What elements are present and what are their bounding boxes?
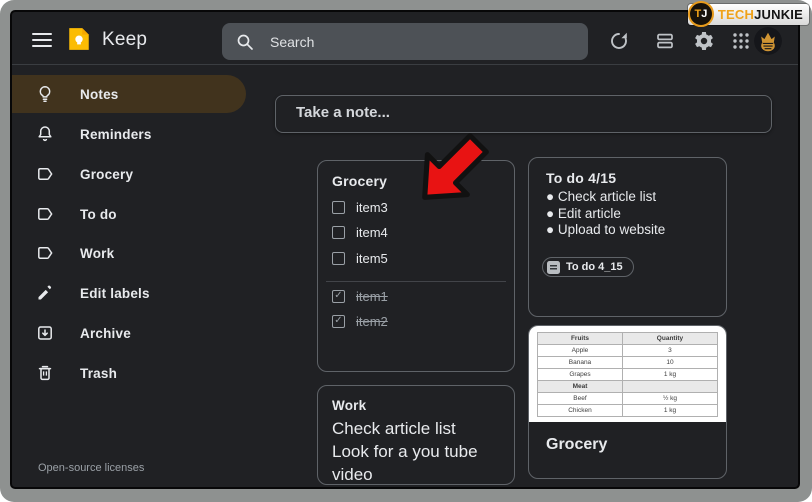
checkbox-unchecked[interactable] (332, 201, 345, 214)
sidebar-item-label: Work (80, 246, 114, 261)
table-row: Beef ½ kg (538, 392, 718, 404)
search-icon (236, 33, 254, 51)
open-source-licenses-link[interactable]: Open-source licenses (38, 462, 144, 474)
table-row: Banana 10 (538, 356, 718, 368)
grocery-table: Fruits Quantity Apple 3 Banana 10 Grapes… (537, 332, 718, 417)
checklist-item-label: item3 (356, 200, 388, 215)
table-header-cell: Quantity (622, 332, 717, 344)
table-row: Grapes 1 kg (538, 368, 718, 380)
archive-box-icon (36, 324, 54, 342)
techjunkie-watermark: TJ TECHJUNKIE (688, 4, 809, 25)
user-avatar[interactable] (754, 27, 782, 55)
sidebar-item-label: Archive (80, 326, 131, 341)
sidebar-item-work[interactable]: Work (12, 234, 246, 272)
top-app-bar: Keep (12, 12, 798, 65)
sidebar-item-grocery[interactable]: Grocery (12, 155, 246, 193)
note-title: To do 4/15 (546, 170, 616, 186)
note-title: Grocery (332, 173, 387, 189)
table-header-cell: Fruits (538, 332, 623, 344)
window-frame: Keep (0, 0, 812, 502)
checklist-item-completed: ✓ item1 (332, 286, 388, 306)
note-image-table: Fruits Quantity Apple 3 Banana 10 Grapes… (529, 326, 726, 422)
take-a-note-bar[interactable] (275, 95, 772, 133)
sidebar-item-trash[interactable]: Trash (12, 354, 246, 392)
bullet-line: ● Upload to website (546, 222, 665, 239)
table-section-row: Meat (538, 380, 718, 392)
sidebar-item-label: Reminders (80, 127, 152, 142)
note-title: Work (332, 398, 366, 413)
keep-logo-icon (66, 26, 92, 52)
checklist-item: item3 (332, 197, 388, 217)
note-title: Grocery (546, 436, 607, 454)
label-tag-icon (36, 165, 54, 183)
sidebar-item-notes[interactable]: Notes (12, 75, 246, 113)
checkbox-checked[interactable]: ✓ (332, 315, 345, 328)
checkbox-unchecked[interactable] (332, 226, 345, 239)
sidebar-item-label: To do (80, 207, 117, 222)
sidebar-item-label: Trash (80, 366, 117, 381)
checklist-item-completed: ✓ item2 (332, 311, 388, 331)
list-view-icon[interactable] (655, 31, 675, 51)
note-card-todo[interactable]: To do 4/15 ● Check article list ● Edit a… (528, 157, 727, 317)
sidebar-item-archive[interactable]: Archive (12, 314, 246, 352)
keep-app-window: Keep (10, 10, 800, 489)
checklist-item: item5 (332, 248, 388, 268)
sidebar-item-todo[interactable]: To do (12, 195, 246, 233)
pencil-icon (36, 284, 54, 302)
bullet-line: ● Edit article (546, 206, 665, 223)
brand-text-junkie: JUNKIE (754, 7, 803, 22)
checkbox-checked[interactable]: ✓ (332, 290, 345, 303)
checklist-item-label: item4 (356, 225, 388, 240)
sidebar-item-label: Edit labels (80, 286, 150, 301)
search-bar[interactable] (222, 23, 588, 60)
search-input[interactable] (270, 34, 530, 50)
table-row: Chicken 1 kg (538, 404, 718, 416)
sidebar-item-edit-labels[interactable]: Edit labels (12, 274, 246, 312)
checklist-divider (326, 281, 506, 282)
bullet-line: ● Check article list (546, 189, 665, 206)
badge-letter-t: T (694, 8, 701, 20)
note-card-grocery-list[interactable]: Grocery item3 item4 item5 ✓ item1 ✓ item… (317, 160, 515, 372)
take-a-note-input[interactable] (296, 104, 626, 121)
note-card-work[interactable]: Work Check article list Look for a you t… (317, 385, 515, 485)
label-tag-icon (36, 205, 54, 223)
note-body: ● Check article list ● Edit article ● Up… (546, 189, 665, 239)
brand-text-tech: TECH (718, 7, 754, 22)
settings-gear-icon[interactable] (694, 31, 714, 51)
checklist-item-label: item2 (356, 314, 388, 329)
page-title: Keep (102, 29, 147, 51)
sidebar-item-label: Notes (80, 87, 119, 102)
refresh-icon[interactable] (609, 31, 629, 51)
note-text-line: Look for a you tube video (332, 440, 514, 486)
note-body: Check article list Look for a you tube v… (332, 417, 514, 489)
checklist-item-label: item1 (356, 289, 388, 304)
label-chip-text: To do 4_15 (566, 261, 623, 273)
label-tag-icon (36, 244, 54, 262)
checklist-item-label: item5 (356, 251, 388, 266)
note-card-grocery-image[interactable]: Fruits Quantity Apple 3 Banana 10 Grapes… (528, 325, 727, 479)
badge-letter-j: J (701, 8, 707, 20)
checklist-item: item4 (332, 222, 388, 242)
checkbox-unchecked[interactable] (332, 252, 345, 265)
trash-can-icon (36, 364, 54, 382)
sidebar-item-reminders[interactable]: Reminders (12, 115, 246, 153)
techjunkie-badge-icon: TJ (688, 1, 714, 27)
label-chip[interactable]: To do 4_15 (542, 257, 634, 277)
note-text-line: Upload content (332, 486, 514, 489)
hamburger-menu-icon[interactable] (32, 33, 52, 47)
note-chip-icon (547, 261, 560, 274)
table-row: Apple 3 (538, 344, 718, 356)
bell-icon (36, 125, 54, 143)
sidebar-item-label: Grocery (80, 167, 133, 182)
note-text-line: Check article list (332, 417, 514, 440)
lightbulb-icon (36, 85, 54, 103)
apps-grid-icon[interactable] (731, 31, 751, 51)
